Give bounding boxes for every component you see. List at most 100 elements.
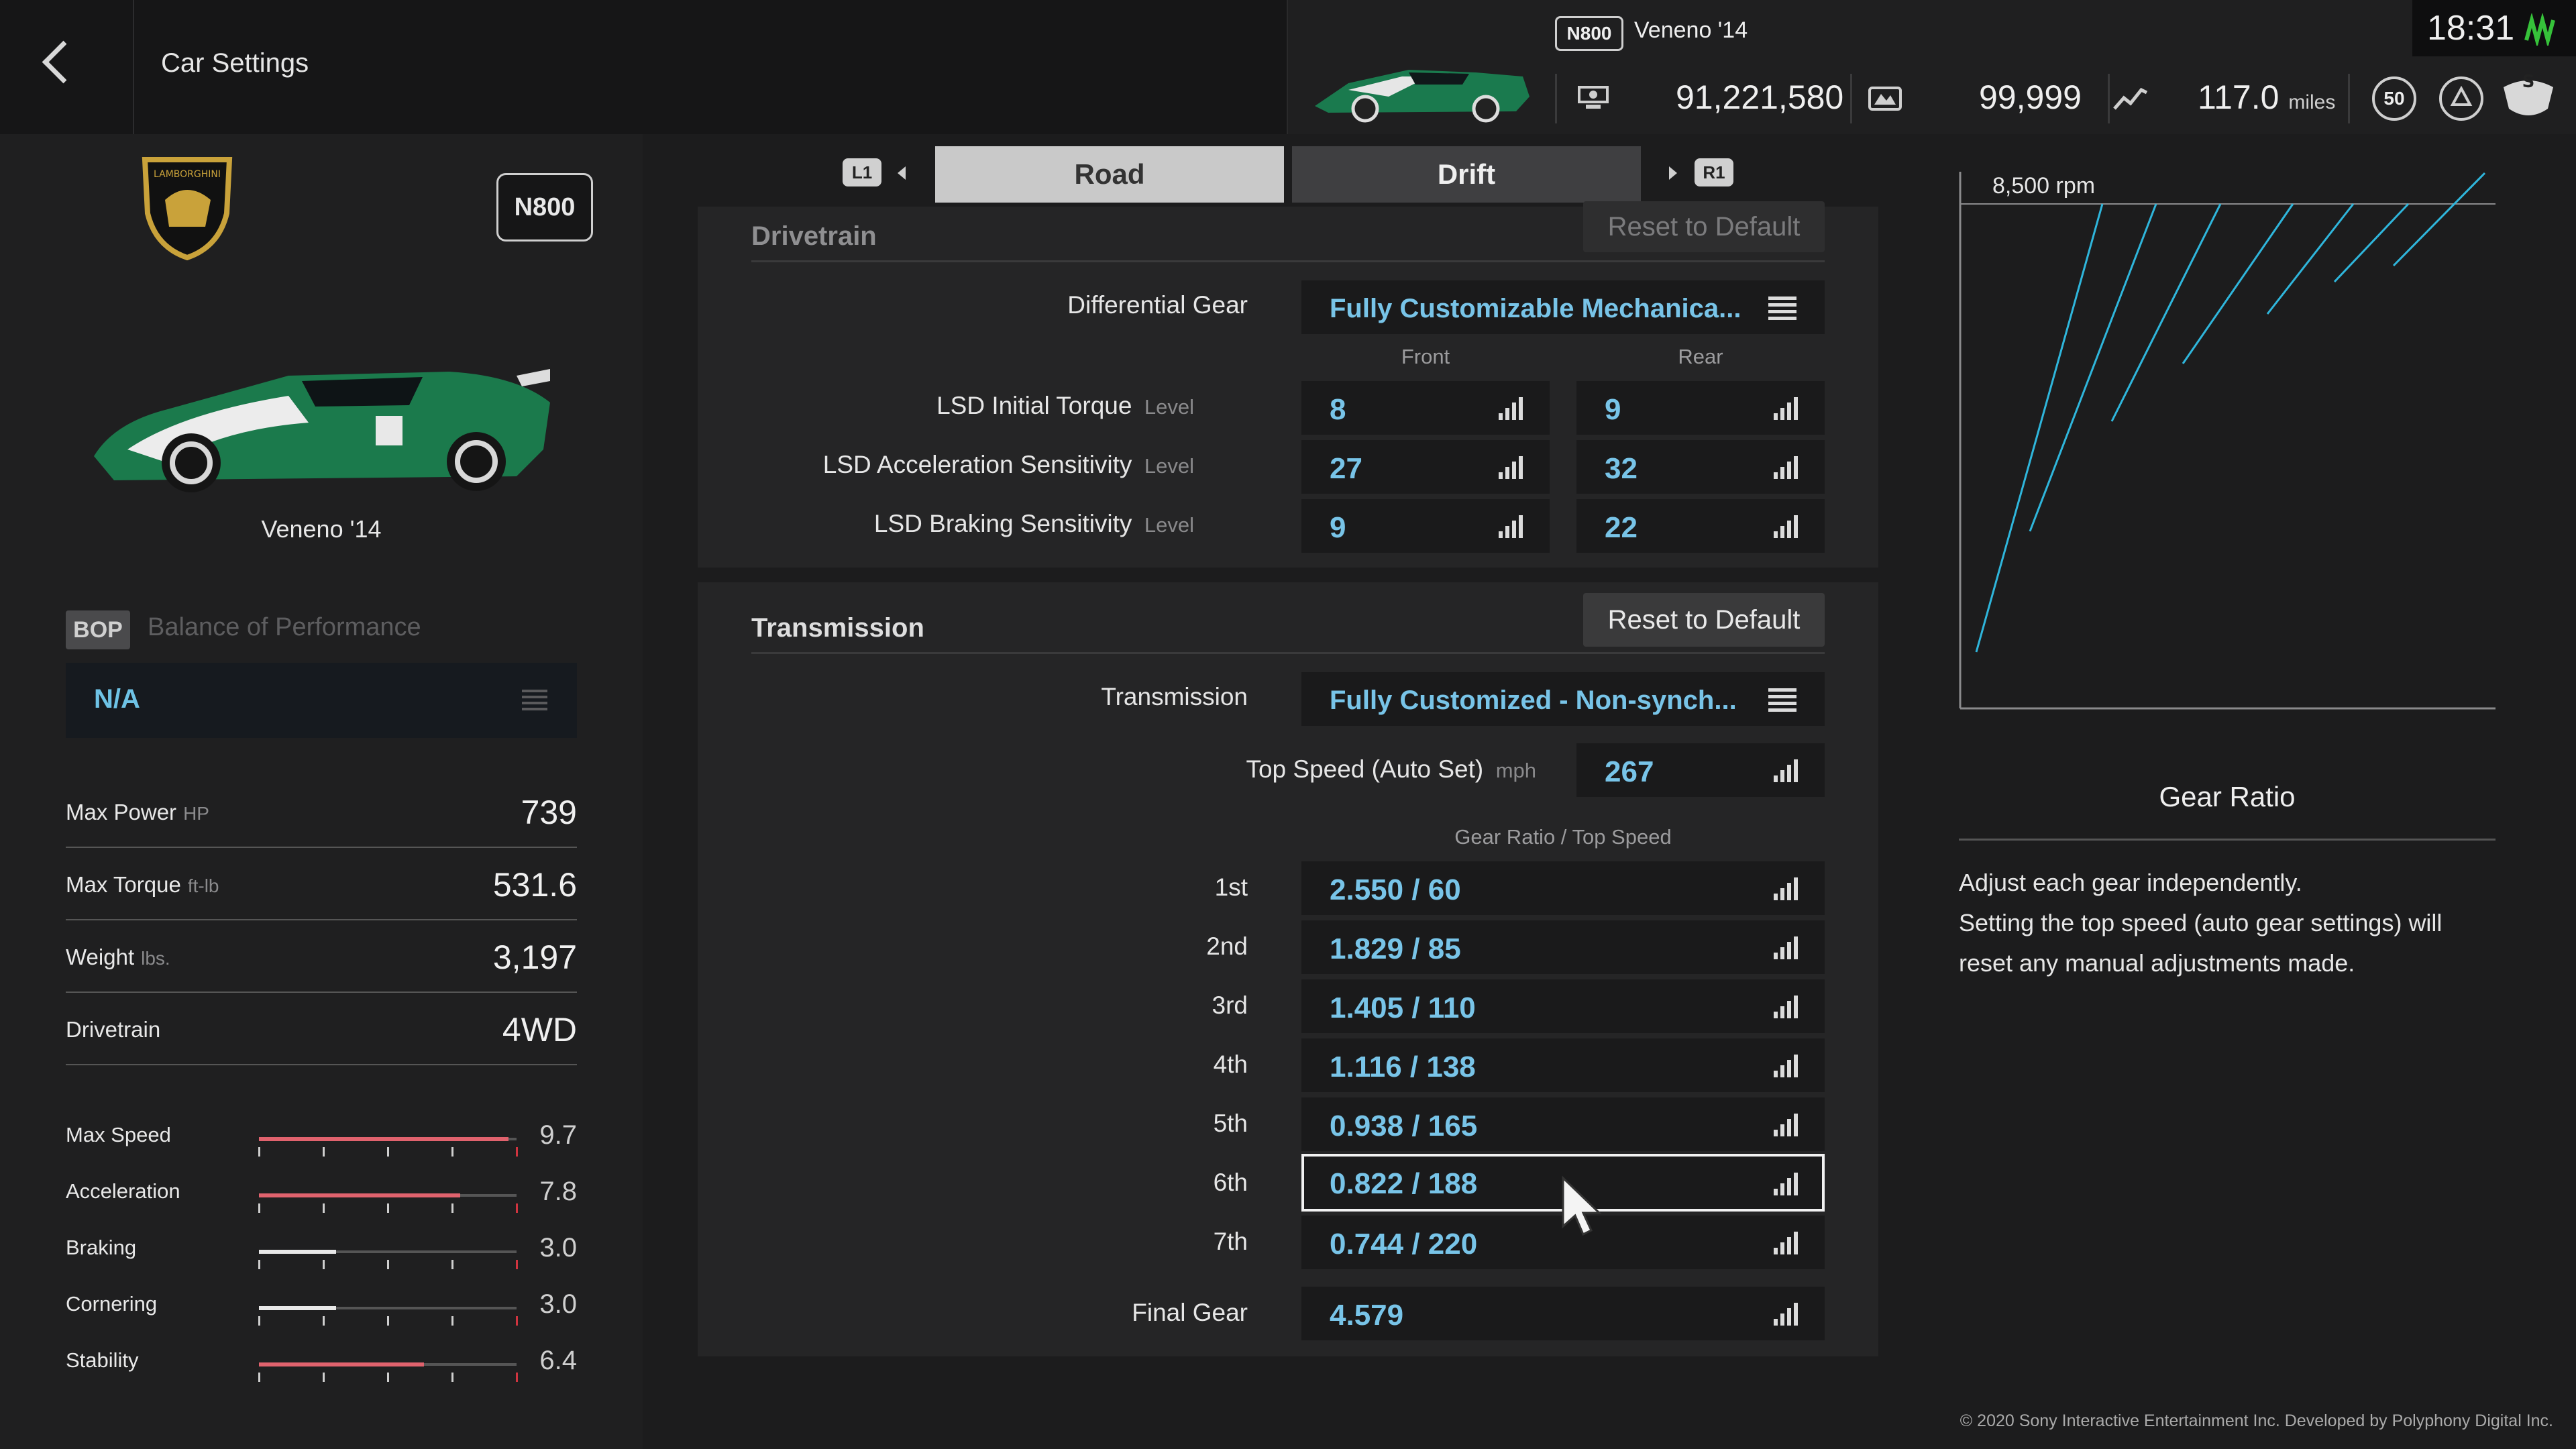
gear-line-7 — [2392, 172, 2486, 267]
rating-label: Braking — [66, 1236, 137, 1259]
rating-bar — [258, 1137, 518, 1157]
transmission-reset-button[interactable]: Reset to Default — [1583, 593, 1825, 647]
back-button[interactable] — [0, 0, 134, 134]
svg-text:LAMBORGHINI: LAMBORGHINI — [154, 169, 221, 180]
page-title: Car Settings — [161, 48, 309, 78]
rating-bar — [258, 1250, 518, 1269]
gear-line-3 — [2110, 203, 2222, 422]
rating-tick — [516, 1373, 518, 1382]
sportsmanship-rank-icon: S — [2504, 72, 2553, 115]
value: 22 — [1605, 511, 1638, 544]
gear-line-1 — [1975, 203, 2104, 653]
bop-selector[interactable] — [66, 663, 577, 738]
distance-readout: 117.0 miles — [2198, 78, 2335, 117]
rating-tick — [451, 1260, 453, 1269]
gear-value: 0.822 / 188 — [1330, 1167, 1478, 1200]
gear-value: 0.744 / 220 — [1330, 1228, 1478, 1260]
info-title: Gear Ratio — [2159, 781, 2296, 812]
drivetrain-reset-button[interactable]: Reset to Default — [1583, 201, 1825, 252]
rating-value: 3.0 — [539, 1289, 577, 1319]
divider — [2348, 74, 2350, 123]
lsd-initial-torque-front[interactable]: 8 — [1301, 381, 1550, 435]
gear-line-5 — [2266, 203, 2355, 315]
tab-road[interactable]: Road — [935, 146, 1284, 203]
gear-1-field[interactable]: 2.550 / 60 — [1301, 861, 1825, 915]
gear-value: 1.405 / 110 — [1330, 991, 1476, 1024]
rating-tick — [516, 1147, 518, 1157]
rating-tick — [387, 1260, 389, 1269]
lsd-braking-sensitivity-front[interactable]: 9 — [1301, 499, 1550, 553]
adjust-bars-icon — [1774, 1232, 1801, 1254]
copyright: © 2020 Sony Interactive Entertainment In… — [1960, 1411, 2553, 1430]
gear-4-field[interactable]: 1.116 / 138 — [1301, 1038, 1825, 1092]
rating-tick — [451, 1373, 453, 1382]
spec-row-max-power: Max Power HP 739 — [66, 775, 577, 848]
adjust-bars-icon — [1774, 759, 1801, 782]
rating-bar — [258, 1362, 518, 1382]
rating-tick — [258, 1260, 260, 1269]
value: 9 — [1605, 393, 1621, 426]
differential-value: Fully Customizable Mechanica... — [1330, 294, 1741, 323]
lsd-braking-sensitivity-rear[interactable]: 22 — [1576, 499, 1825, 553]
spec-value: 739 — [521, 794, 577, 831]
top-speed-field[interactable]: 267 — [1576, 743, 1825, 797]
tab-drift[interactable]: Drift — [1292, 146, 1641, 203]
gear-5-field[interactable]: 0.938 / 165 — [1301, 1097, 1825, 1151]
rating-acceleration: Acceleration 7.8 — [66, 1167, 577, 1224]
gear-label: 5th — [1213, 1110, 1248, 1137]
rating-tick — [387, 1373, 389, 1382]
list-icon — [1768, 688, 1796, 712]
rating-stability: Stability 6.4 — [66, 1336, 577, 1393]
mph-unit: mph — [1495, 759, 1536, 782]
credits-icon — [1578, 86, 1609, 109]
gear-value: 2.550 / 60 — [1330, 873, 1461, 906]
back-arrow-icon — [42, 40, 85, 84]
rating-tick — [323, 1147, 325, 1157]
distance-graph-icon — [2113, 87, 2148, 110]
rating-label: Cornering — [66, 1292, 158, 1316]
gear-2-field[interactable]: 1.829 / 85 — [1301, 920, 1825, 974]
divider — [1850, 74, 1852, 123]
lsd-accel-sensitivity-front[interactable]: 27 — [1301, 440, 1550, 494]
info-description-line: Adjust each gear independently. — [1959, 869, 2302, 896]
spec-row-weight: Weight lbs. 3,197 — [66, 920, 577, 993]
rating-tick — [323, 1316, 325, 1326]
transmission-title: Transmission — [751, 613, 924, 643]
rating-bar — [258, 1306, 518, 1326]
gear-3-field[interactable]: 1.405 / 110 — [1301, 979, 1825, 1033]
distance-unit: miles — [2288, 91, 2336, 113]
rating-value: 7.8 — [539, 1177, 577, 1206]
lsd-initial-torque-rear[interactable]: 9 — [1576, 381, 1825, 435]
rating-fill — [259, 1193, 460, 1197]
gear-line-2 — [2029, 203, 2157, 532]
l1-button-icon[interactable]: L1 — [843, 158, 881, 186]
class-badge-header: N800 — [1555, 16, 1623, 51]
final-gear-field[interactable]: 4.579 — [1301, 1287, 1825, 1340]
rating-fill — [259, 1250, 337, 1254]
col-rear-header: Rear — [1678, 345, 1723, 368]
adjust-bars-icon — [1774, 1173, 1801, 1195]
lsd-row-label: LSD Acceleration Sensitivity Level — [738, 451, 1194, 479]
differential-selector[interactable]: Fully Customizable Mechanica... — [1301, 280, 1825, 334]
lsd-braking-sensitivity-label: LSD Braking Sensitivity — [873, 510, 1132, 537]
gear-label: 1st — [1214, 873, 1248, 901]
rating-tick — [451, 1147, 453, 1157]
rating-fill — [259, 1137, 509, 1141]
rating-value: 6.4 — [539, 1346, 577, 1375]
lsd-accel-sensitivity-rear[interactable]: 32 — [1576, 440, 1825, 494]
level-unit: Level — [1144, 513, 1194, 537]
spec-row-drivetrain: Drivetrain 4WD — [66, 993, 577, 1065]
r1-button-icon[interactable]: R1 — [1695, 158, 1733, 186]
gear-ratio-header: Gear Ratio / Top Speed — [1454, 825, 1672, 849]
rating-tick — [387, 1147, 389, 1157]
bop-value: N/A — [94, 684, 140, 714]
mileage-points-value: 99,999 — [1979, 78, 2082, 116]
value: 32 — [1605, 452, 1638, 485]
value: 9 — [1330, 511, 1346, 544]
divider — [751, 260, 1825, 262]
rating-cornering: Cornering 3.0 — [66, 1280, 577, 1336]
top-speed-value: 267 — [1605, 755, 1654, 788]
connection-status-icon — [2524, 13, 2555, 46]
transmission-type-selector[interactable]: Fully Customized - Non-synch... — [1301, 672, 1825, 726]
divider — [1959, 839, 2496, 841]
